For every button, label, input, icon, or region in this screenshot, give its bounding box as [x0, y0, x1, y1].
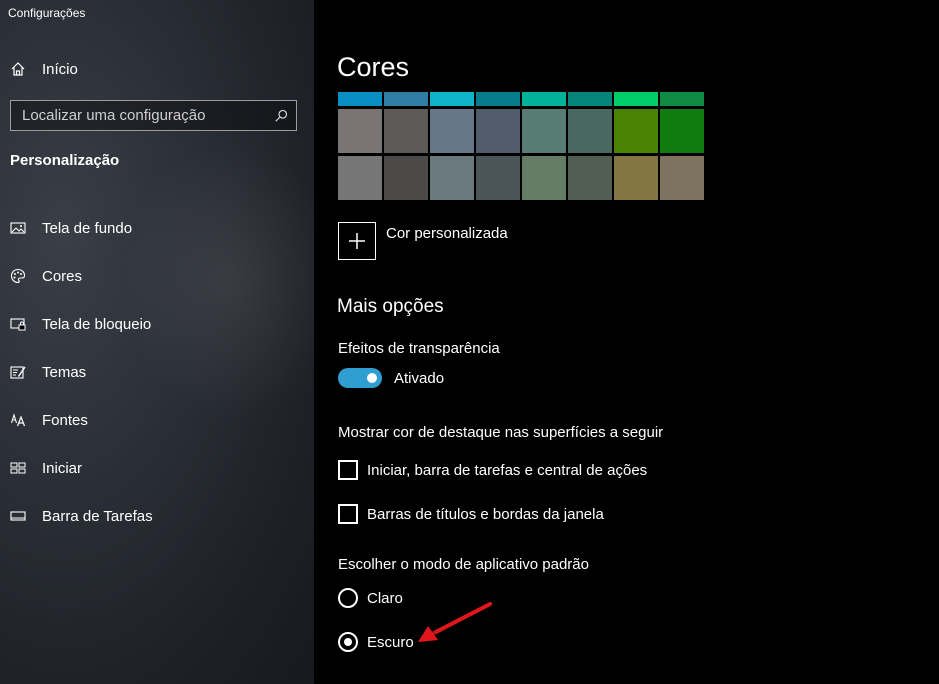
- accent-surfaces-label: Mostrar cor de destaque nas superfícies …: [338, 424, 664, 441]
- custom-color-label: Cor personalizada: [386, 225, 508, 242]
- fonts-icon: [10, 412, 26, 428]
- sidebar-item-label: Temas: [42, 363, 87, 381]
- sidebar-item-label: Fontes: [42, 411, 88, 429]
- color-swatch[interactable]: [430, 156, 474, 200]
- radio-claro[interactable]: Claro: [338, 588, 403, 608]
- color-swatch[interactable]: [384, 109, 428, 153]
- checkbox-box[interactable]: [338, 460, 358, 480]
- sidebar-item-iniciar[interactable]: Iniciar: [0, 444, 314, 492]
- radio-button[interactable]: [338, 588, 358, 608]
- search-box[interactable]: [10, 100, 297, 131]
- color-swatch[interactable]: [614, 156, 658, 200]
- color-swatch[interactable]: [338, 92, 382, 106]
- lock-screen-icon: [10, 316, 26, 332]
- themes-icon: [10, 364, 26, 380]
- window-title: Configurações: [8, 6, 86, 20]
- palette-icon: [10, 268, 26, 284]
- sidebar-item-label: Tela de bloqueio: [42, 315, 152, 333]
- color-swatch[interactable]: [660, 92, 704, 106]
- radio-escuro[interactable]: Escuro: [338, 632, 414, 652]
- color-swatch[interactable]: [430, 109, 474, 153]
- radio-button[interactable]: [338, 632, 358, 652]
- color-swatch[interactable]: [476, 156, 520, 200]
- start-icon: [10, 460, 26, 476]
- transparency-label: Efeitos de transparência: [338, 340, 500, 357]
- sidebar: Configurações Início Personalização Tela…: [0, 0, 314, 684]
- sidebar-item-cores[interactable]: Cores: [0, 252, 314, 300]
- app-mode-label: Escolher o modo de aplicativo padrão: [338, 556, 589, 573]
- page-title: Cores: [337, 52, 410, 82]
- color-swatch[interactable]: [384, 156, 428, 200]
- search-icon[interactable]: [272, 107, 290, 125]
- nav-home-label: Início: [42, 60, 78, 78]
- color-swatch[interactable]: [614, 109, 658, 153]
- color-swatch[interactable]: [660, 109, 704, 153]
- sidebar-item-barra-de-tarefas[interactable]: Barra de Tarefas: [0, 492, 314, 540]
- transparency-toggle[interactable]: [338, 368, 382, 388]
- nav-list: Tela de fundo Cores Tela de bloqueio Tem…: [0, 204, 314, 540]
- color-swatch[interactable]: [522, 92, 566, 106]
- color-swatch[interactable]: [476, 109, 520, 153]
- checkbox-title-bars[interactable]: Barras de títulos e bordas da janela: [338, 504, 604, 524]
- radio-selected-dot: [344, 638, 352, 646]
- sidebar-item-label: Iniciar: [42, 459, 83, 477]
- checkbox-box[interactable]: [338, 504, 358, 524]
- sidebar-item-label: Cores: [42, 267, 83, 285]
- radio-label: Escuro: [367, 633, 414, 651]
- checkbox-label: Iniciar, barra de tarefas e central de a…: [367, 461, 648, 479]
- sidebar-item-label: Barra de Tarefas: [42, 507, 153, 525]
- color-swatch[interactable]: [614, 92, 658, 106]
- taskbar-icon: [10, 508, 26, 524]
- color-swatch[interactable]: [476, 92, 520, 106]
- sidebar-item-fontes[interactable]: Fontes: [0, 396, 314, 444]
- more-options-heading: Mais opções: [337, 296, 444, 317]
- nav-home[interactable]: Início: [10, 58, 78, 80]
- color-swatch[interactable]: [660, 156, 704, 200]
- sidebar-item-tela-de-fundo[interactable]: Tela de fundo: [0, 204, 314, 252]
- color-swatch[interactable]: [568, 109, 612, 153]
- radio-label: Claro: [367, 589, 403, 607]
- home-icon: [10, 61, 26, 77]
- main-content: Cores Cor personalizada Mais opções Efei…: [314, 0, 939, 684]
- color-swatch[interactable]: [522, 109, 566, 153]
- color-swatch[interactable]: [430, 92, 474, 106]
- search-input[interactable]: [11, 101, 272, 130]
- color-swatch[interactable]: [568, 92, 612, 106]
- custom-color-button[interactable]: Cor personalizada: [338, 222, 508, 260]
- red-arrow-annotation: [418, 602, 492, 642]
- sidebar-item-tela-de-bloqueio[interactable]: Tela de bloqueio: [0, 300, 314, 348]
- checkbox-start-taskbar[interactable]: Iniciar, barra de tarefas e central de a…: [338, 460, 647, 480]
- color-swatch[interactable]: [338, 156, 382, 200]
- color-swatch[interactable]: [384, 92, 428, 106]
- checkbox-label: Barras de títulos e bordas da janela: [367, 505, 604, 523]
- toggle-knob: [367, 373, 377, 383]
- color-swatch[interactable]: [338, 109, 382, 153]
- color-swatch[interactable]: [522, 156, 566, 200]
- transparency-state-label: Ativado: [394, 370, 445, 387]
- sidebar-item-label: Tela de fundo: [42, 219, 133, 237]
- plus-icon: [338, 222, 376, 260]
- picture-icon: [10, 220, 26, 236]
- section-heading: Personalização: [10, 152, 120, 169]
- color-swatch[interactable]: [568, 156, 612, 200]
- sidebar-item-temas[interactable]: Temas: [0, 348, 314, 396]
